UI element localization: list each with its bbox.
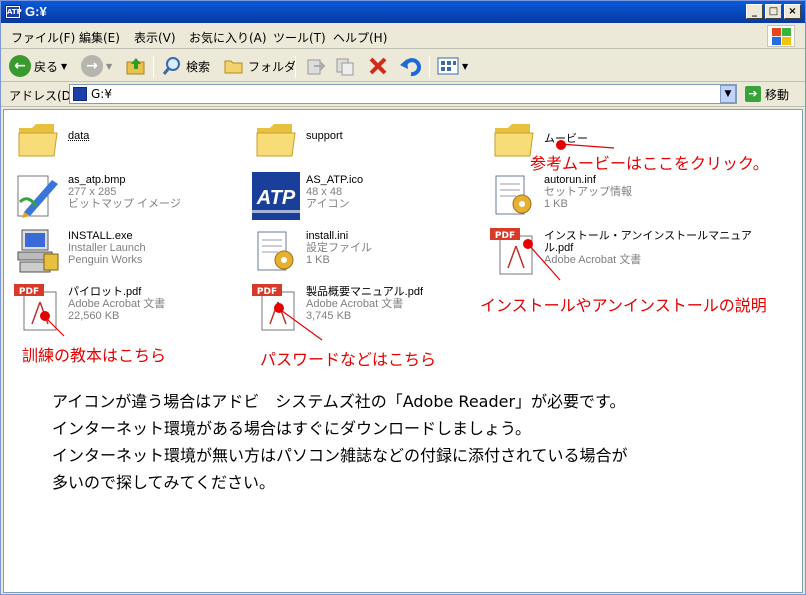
caption-buttons: _ □ × [746, 4, 801, 19]
menu-tools[interactable]: ツール(T) [273, 29, 326, 46]
views-grid-icon [437, 57, 459, 75]
menu-favorites[interactable]: お気に入り(A) [189, 29, 267, 46]
address-label: アドレス(D) [9, 89, 76, 103]
undo-icon [400, 58, 421, 77]
copy-to-button[interactable] [334, 54, 356, 78]
annotation-line-movie [559, 143, 615, 149]
file-list-pane: data support ムービー as_atp.bmp 277 x 285 ビ… [3, 109, 803, 593]
note-line: インターネット環境が無い方はパソコン雑誌などの付録に添付されている場合が [52, 446, 628, 465]
close-button[interactable]: × [784, 4, 801, 19]
maximize-button[interactable]: □ [765, 4, 782, 19]
annotation-dot [274, 303, 284, 313]
search-button[interactable]: 検索 [161, 54, 210, 78]
menu-view[interactable]: 表示(V) [134, 29, 176, 46]
title-bar[interactable]: ATP G:¥ _ □ × [1, 1, 805, 23]
up-folder-icon [126, 58, 145, 75]
views-dropdown-icon: ▼ [462, 61, 469, 71]
annotation-line-overview [277, 307, 323, 341]
annotation-dot [556, 140, 566, 150]
folders-label: フォルダ [248, 59, 297, 74]
up-folder-button[interactable] [125, 54, 147, 78]
address-dropdown-button[interactable]: ▼ [720, 85, 736, 103]
back-dropdown-icon: ▼ [61, 61, 68, 71]
menu-bar: ファイル(F) 編集(E) 表示(V) お気に入り(A) ツール(T) ヘルプ(… [1, 23, 805, 49]
forward-button[interactable]: → ▼ [81, 54, 112, 78]
menu-file[interactable]: ファイル(F) [11, 29, 75, 46]
move-to-icon [307, 59, 326, 75]
note-line: アイコンが違う場合はアドビ システムズ社の「Adobe Reader」が必要です… [52, 392, 626, 411]
delete-button[interactable] [367, 54, 389, 78]
back-button[interactable]: ← 戻る ▼ [9, 54, 67, 78]
annotation-dot [523, 239, 533, 249]
annotation-dot [40, 311, 50, 321]
note-line: 多いので探してみてください。 [52, 473, 276, 492]
minimize-button[interactable]: _ [746, 4, 763, 19]
back-label: 戻る [34, 59, 59, 74]
annotation-pilot: 訓練の教本はこちら [22, 346, 167, 365]
address-bar: アドレス(D) G:¥ ▼ ➔ 移動 [1, 83, 805, 107]
address-value: G:¥ [91, 87, 112, 101]
search-label: 検索 [186, 59, 211, 74]
menu-help[interactable]: ヘルプ(H) [333, 29, 387, 46]
window-title: G:¥ [25, 4, 47, 19]
drive-icon [73, 87, 87, 101]
back-arrow-icon: ← [9, 55, 31, 77]
annotation-overview: パスワードなどはこちら [260, 350, 437, 369]
undo-button[interactable] [399, 54, 421, 78]
go-button[interactable]: ➔ 移動 [745, 84, 789, 104]
forward-arrow-icon: → [81, 55, 103, 77]
note-line: インターネット環境がある場合はすぐにダウンロードしましょう。 [52, 419, 532, 438]
toolbar-separator [295, 56, 296, 78]
delete-x-icon [369, 57, 387, 75]
menu-edit[interactable]: 編集(E) [79, 29, 120, 46]
toolbar-separator [153, 56, 154, 78]
go-label: 移動 [765, 87, 790, 102]
annotation-line-install [527, 243, 561, 281]
views-button[interactable]: ▼ [437, 54, 468, 78]
toolbar: ← 戻る ▼ → ▼ 検索 フォルダ ▼ [1, 50, 805, 82]
forward-dropdown-icon: ▼ [106, 61, 113, 71]
copy-to-icon [336, 58, 354, 76]
windows-logo-icon [767, 25, 795, 47]
folders-icon [224, 60, 243, 74]
annotation-movie: 参考ムービーはここをクリック。 [530, 154, 769, 173]
instruction-note: アイコンが違う場合はアドビ システムズ社の「Adobe Reader」が必要です… [52, 388, 628, 496]
go-arrow-icon: ➔ [745, 86, 761, 102]
annotation-install: インストールやアンインストールの説明 [480, 296, 767, 315]
search-icon [162, 57, 180, 75]
toolbar-separator [429, 56, 430, 78]
explorer-window: ATP G:¥ _ □ × ファイル(F) 編集(E) 表示(V) お気に入り(… [0, 0, 806, 595]
folders-button[interactable]: フォルダ [223, 54, 296, 78]
address-field[interactable]: G:¥ ▼ [69, 84, 737, 104]
move-to-button[interactable] [304, 54, 326, 78]
atp-app-icon: ATP [5, 5, 22, 19]
